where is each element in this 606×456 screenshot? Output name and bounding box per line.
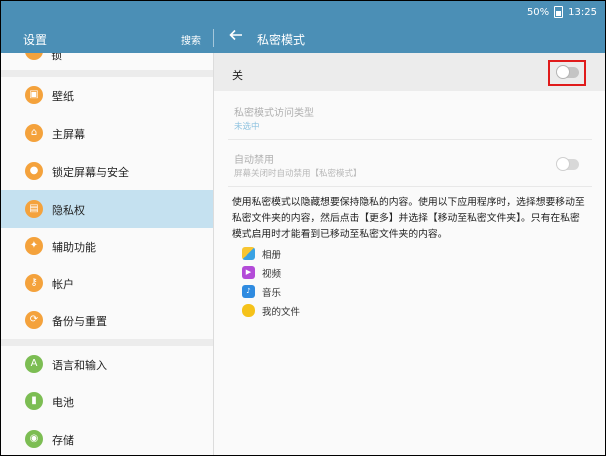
storage-icon: ◉ — [25, 430, 43, 448]
divider — [228, 186, 592, 187]
battery-icon — [554, 6, 564, 18]
app-label: 相册 — [262, 250, 282, 261]
section-separator — [1, 339, 213, 346]
sidebar-item-backup[interactable]: ⟳ 备份与重置 — [1, 302, 213, 338]
sidebar-item-label: 主屏幕 — [52, 128, 85, 141]
master-switch-row[interactable]: 关 — [214, 53, 605, 91]
language-icon: A — [25, 355, 43, 373]
music-icon: ♪ — [242, 285, 255, 298]
my-files-icon — [242, 304, 255, 317]
battery-percent: 50% — [526, 6, 550, 18]
back-arrow-icon[interactable] — [229, 28, 243, 46]
sidebar-item-label: 锁定屏幕与安全 — [52, 166, 129, 179]
backup-icon: ⟳ — [25, 311, 43, 329]
sidebar-item-label: 隐私权 — [52, 204, 85, 217]
sidebar-item-accessibility[interactable]: ✦ 辅助功能 — [1, 228, 213, 264]
sidebar-item-label: 电池 — [52, 396, 74, 409]
video-icon: ▶ — [242, 266, 255, 279]
sidebar-item-storage[interactable]: ◉ 存储 — [1, 421, 213, 455]
search-button[interactable]: 搜索 — [181, 32, 201, 47]
sidebar-item-label: 存储 — [52, 434, 74, 447]
page-title: 私密模式 — [257, 33, 306, 47]
sidebar-item-home-screen[interactable]: ⌂ 主屏幕 — [1, 115, 213, 151]
section-separator — [1, 70, 213, 77]
auto-disable-title[interactable]: 自动禁用 — [234, 151, 274, 166]
peek-icon — [25, 53, 43, 60]
divider — [228, 139, 592, 140]
toggle-knob — [556, 157, 570, 171]
sidebar-item-label: 帐户 — [52, 278, 74, 291]
lock-icon: ● — [25, 162, 43, 180]
divider — [213, 29, 214, 47]
sidebar-item-language[interactable]: A 语言和输入 — [1, 346, 213, 382]
sidebar-item-privacy[interactable]: ▤ 隐私权 — [1, 190, 213, 228]
clock: 13:25 — [568, 6, 597, 18]
sidebar-item-label: 辅助功能 — [52, 241, 96, 254]
app-bar: 设置 搜索 私密模式 — [1, 23, 605, 53]
sidebar-item-battery[interactable]: ▮ 电池 — [1, 383, 213, 419]
sidebar-item-label: 锁 — [51, 53, 62, 62]
access-type-value: 未选中 — [234, 122, 260, 132]
private-mode-panel: 关 私密模式访问类型 未选中 自动禁用 屏幕关闭时自动禁用【私密模式】 使用私密… — [214, 53, 605, 455]
settings-title: 设置 — [23, 33, 48, 47]
auto-disable-toggle[interactable] — [556, 157, 579, 171]
status-right: 50% 13:25 — [527, 6, 597, 18]
private-mode-description: 使用私密模式以隐藏想要保持隐私的内容。使用以下应用程序时，选择想要移动至私密文件… — [232, 197, 585, 240]
sidebar-item-peek[interactable]: 锁 — [1, 53, 213, 63]
sidebar-item-label: 壁纸 — [52, 90, 74, 103]
wallpaper-icon: ▣ — [25, 86, 43, 104]
device-frame: 50% 13:25 设置 搜索 私密模式 锁 ▣ 壁纸 ⌂ 主屏幕 ● 锁定屏幕… — [0, 0, 606, 456]
access-type-title[interactable]: 私密模式访问类型 — [234, 104, 314, 119]
settings-sidebar: 锁 ▣ 壁纸 ⌂ 主屏幕 ● 锁定屏幕与安全 ▤ 隐私权 ✦ 辅助功能 ⚷ 帐户… — [1, 53, 214, 455]
app-label: 视频 — [262, 269, 282, 280]
app-label: 音乐 — [262, 288, 282, 299]
app-label: 我的文件 — [262, 307, 301, 318]
battery-icon: ▮ — [25, 392, 43, 410]
gallery-icon — [242, 247, 255, 260]
sidebar-item-lock-screen[interactable]: ● 锁定屏幕与安全 — [1, 153, 213, 189]
sidebar-item-label: 语言和输入 — [52, 359, 107, 372]
sidebar-item-accounts[interactable]: ⚷ 帐户 — [1, 265, 213, 301]
key-icon: ⚷ — [25, 274, 43, 292]
auto-disable-subtitle: 屏幕关闭时自动禁用【私密模式】 — [234, 169, 362, 179]
sidebar-item-label: 备份与重置 — [52, 315, 107, 328]
master-switch-label: 关 — [232, 69, 243, 82]
highlight-box — [548, 60, 586, 86]
home-icon: ⌂ — [25, 124, 43, 142]
accessibility-icon: ✦ — [25, 237, 43, 255]
sidebar-item-wallpaper[interactable]: ▣ 壁纸 — [1, 77, 213, 113]
status-bar: 50% 13:25 — [1, 1, 605, 23]
privacy-icon: ▤ — [25, 200, 43, 218]
